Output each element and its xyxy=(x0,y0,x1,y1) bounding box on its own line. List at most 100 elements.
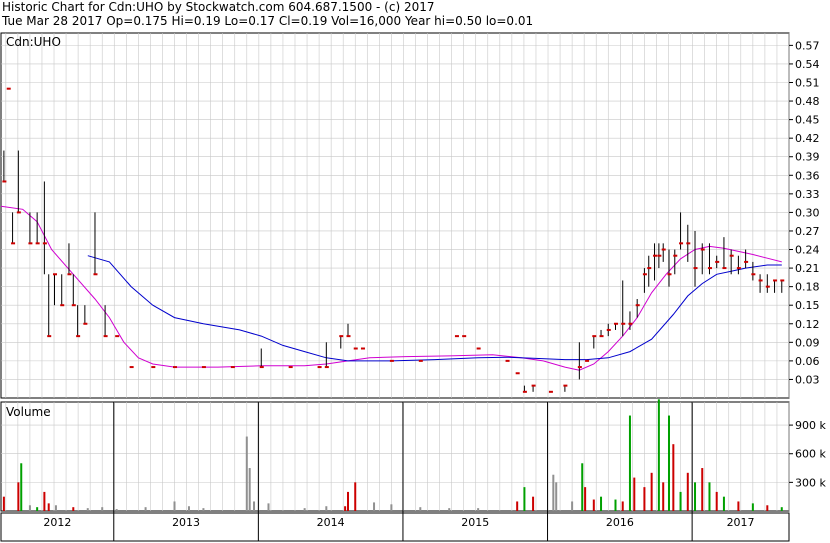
volume-bar xyxy=(552,474,555,511)
volume-bar xyxy=(633,477,636,511)
price-close-marker xyxy=(577,366,582,369)
price-close-marker xyxy=(647,267,652,270)
price-close-marker xyxy=(667,273,672,276)
price-close-marker xyxy=(151,366,156,369)
price-close-marker xyxy=(657,254,662,257)
price-close-marker xyxy=(339,335,344,338)
price-close-marker xyxy=(722,267,727,270)
price-close-marker xyxy=(129,366,134,369)
volume-bar xyxy=(532,496,535,511)
price-close-marker xyxy=(60,304,65,307)
price-close-marker xyxy=(93,273,98,276)
price-y-tick-label: 0.12 xyxy=(795,318,820,331)
volume-bar xyxy=(115,509,118,511)
price-close-marker xyxy=(773,279,778,282)
price-close-marker xyxy=(476,347,481,350)
volume-bar xyxy=(72,507,75,511)
volume-bar xyxy=(672,444,675,511)
price-y-tick-label: 0.30 xyxy=(795,206,820,219)
volume-panel-title: Volume xyxy=(6,405,51,419)
price-close-marker xyxy=(606,328,611,331)
price-close-marker xyxy=(613,322,618,325)
volume-bar xyxy=(43,491,46,511)
price-close-marker xyxy=(16,211,21,214)
volume-y-tick-label: 300 k xyxy=(795,476,826,489)
volume-bar xyxy=(20,463,23,511)
volume-bar xyxy=(303,508,306,511)
price-close-marker xyxy=(259,366,264,369)
price-close-marker xyxy=(353,347,358,350)
price-close-marker xyxy=(661,248,666,251)
price-close-marker xyxy=(635,304,640,307)
price-close-marker xyxy=(531,384,536,387)
price-close-marker xyxy=(765,285,770,288)
x-axis-year-label: 2012 xyxy=(43,516,71,529)
volume-bar xyxy=(679,491,682,511)
price-y-tick-label: 0.24 xyxy=(795,244,820,257)
price-close-marker xyxy=(173,366,178,369)
price-panel-title: Cdn:UHO xyxy=(6,35,61,49)
volume-bar xyxy=(701,468,704,511)
volume-bar xyxy=(36,507,39,511)
volume-bar xyxy=(592,499,595,511)
price-y-tick-label: 0.36 xyxy=(795,169,820,182)
price-close-marker xyxy=(621,322,626,325)
volume-bar xyxy=(643,487,646,511)
price-close-marker xyxy=(653,254,658,257)
price-close-marker xyxy=(505,359,510,362)
volume-bar xyxy=(101,507,104,511)
chart-window: Historic Chart for Cdn:UHO by Stockwatch… xyxy=(0,0,830,543)
price-close-marker xyxy=(418,359,423,362)
price-close-marker xyxy=(686,242,691,245)
price-close-marker xyxy=(548,390,553,393)
volume-bar xyxy=(581,463,584,511)
volume-bar xyxy=(766,505,769,511)
price-y-tick-label: 0.51 xyxy=(795,76,820,89)
volume-bar xyxy=(267,503,270,511)
price-close-marker xyxy=(758,279,763,282)
price-close-marker xyxy=(707,267,712,270)
volume-bar xyxy=(751,503,754,511)
price-close-marker xyxy=(628,322,633,325)
volume-bar xyxy=(187,506,190,511)
price-y-tick-label: 0.15 xyxy=(795,299,820,312)
price-y-tick-label: 0.42 xyxy=(795,132,820,145)
volume-bar xyxy=(523,487,526,511)
price-close-marker xyxy=(744,260,749,263)
price-close-marker xyxy=(317,366,322,369)
volume-bar xyxy=(344,506,347,511)
x-axis-year-label: 2013 xyxy=(172,516,200,529)
price-y-tick-label: 0.33 xyxy=(795,188,820,201)
volume-bar xyxy=(347,491,350,511)
volume-bar xyxy=(584,487,587,511)
price-y-tick-label: 0.39 xyxy=(795,151,820,164)
x-axis-year-label: 2017 xyxy=(727,516,755,529)
price-close-marker xyxy=(736,267,741,270)
volume-bar xyxy=(628,415,631,511)
volume-bar xyxy=(28,505,31,511)
price-y-tick-label: 0.57 xyxy=(795,39,820,52)
price-y-tick-label: 0.21 xyxy=(795,262,820,275)
x-axis-year-label: 2016 xyxy=(606,516,634,529)
x-axis-strip xyxy=(0,512,790,542)
volume-bar xyxy=(555,482,558,511)
price-y-tick-label: 0.03 xyxy=(795,373,820,386)
volume-bar xyxy=(715,491,718,511)
volume-bar xyxy=(245,436,248,511)
volume-bar xyxy=(516,501,519,511)
volume-bar xyxy=(173,501,176,511)
volume-bar xyxy=(2,496,5,511)
price-close-marker xyxy=(729,254,734,257)
price-y-tick-label: 0.54 xyxy=(795,58,820,71)
price-close-marker xyxy=(83,322,88,325)
price-y-tick-label: 0.45 xyxy=(795,114,820,127)
volume-bar xyxy=(477,508,480,511)
price-close-marker xyxy=(715,260,720,263)
price-close-marker xyxy=(230,366,235,369)
price-close-marker xyxy=(2,180,7,183)
volume-bar xyxy=(708,482,711,511)
volume-bar xyxy=(144,507,147,511)
volume-bar xyxy=(600,496,603,511)
volume-bar xyxy=(694,482,697,511)
volume-bar xyxy=(54,505,57,511)
